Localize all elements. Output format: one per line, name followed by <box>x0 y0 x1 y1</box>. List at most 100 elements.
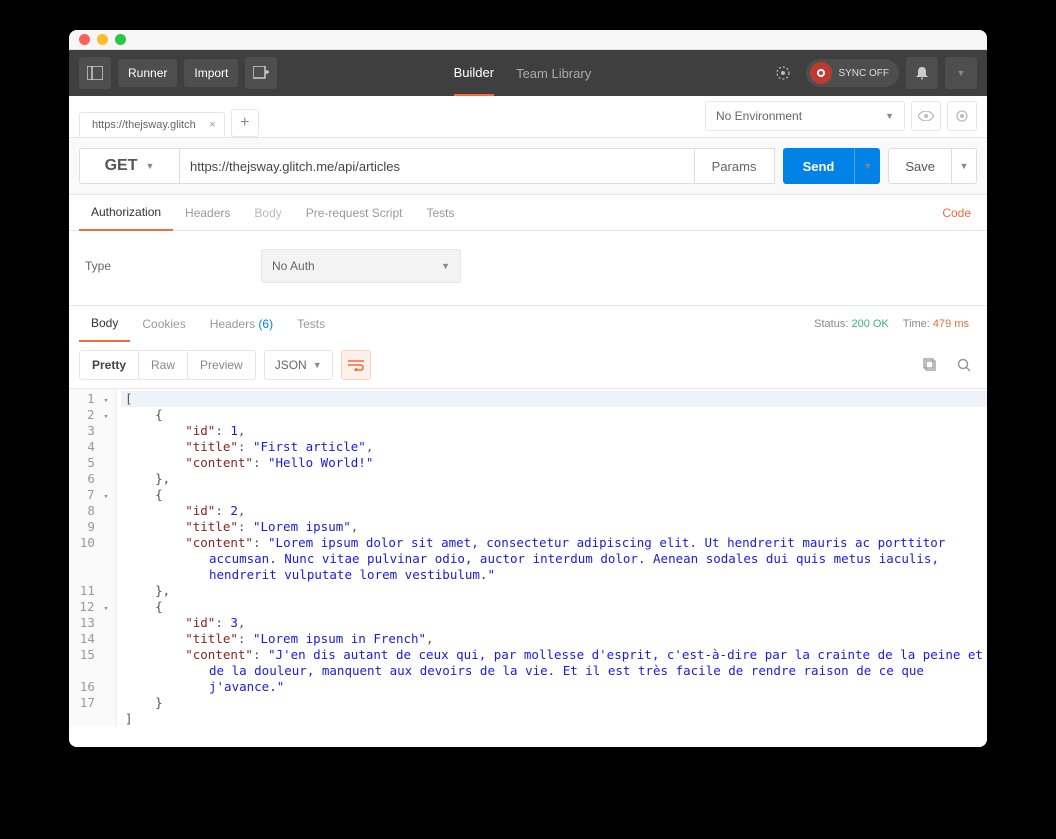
code-text: "content" <box>125 455 253 470</box>
environment-label: No Environment <box>716 109 802 123</box>
code-text: "content" <box>125 647 253 662</box>
import-button[interactable]: Import <box>184 59 238 87</box>
request-detail-tabs: Authorization Headers Body Pre-request S… <box>69 195 987 231</box>
chevron-down-icon: ▼ <box>885 111 894 121</box>
format-select[interactable]: JSON ▼ <box>264 350 333 380</box>
authorization-panel: Type No Auth ▼ <box>69 231 987 306</box>
code-text: "Lorem ipsum" <box>253 519 351 534</box>
code-text: [ <box>125 391 133 406</box>
code-text: "Lorem ipsum dolor sit amet, consectetur… <box>209 535 953 582</box>
method-label: GET <box>105 157 138 175</box>
copy-icon <box>923 358 937 372</box>
tab-prerequest-script[interactable]: Pre-request Script <box>294 196 415 230</box>
window-minimize-button[interactable] <box>97 34 108 45</box>
user-menu-button[interactable]: ▼ <box>945 57 977 89</box>
code-text: "id" <box>125 615 215 630</box>
format-label: JSON <box>275 358 307 372</box>
view-preview-button[interactable]: Preview <box>188 351 255 379</box>
code-text: 1 <box>230 423 238 438</box>
save-button[interactable]: Save <box>888 148 951 184</box>
auth-type-label: Type <box>85 259 111 273</box>
sync-label: SYNC OFF <box>838 68 889 79</box>
tab-tests[interactable]: Tests <box>414 196 466 230</box>
code-text: "id" <box>125 423 215 438</box>
response-body: 1 ▾ 2 ▾ 3 4 5 6 7 ▾ 8 9 10 11 12 ▾ 13 14… <box>69 389 987 747</box>
environment-quicklook-button[interactable] <box>911 101 941 131</box>
copy-response-button[interactable] <box>917 352 943 378</box>
view-raw-button[interactable]: Raw <box>139 351 188 379</box>
code-text: "Lorem ipsum in French" <box>253 631 426 646</box>
nav-team-library-tab[interactable]: Team Library <box>516 52 591 95</box>
new-tab-button[interactable] <box>245 57 277 89</box>
response-view-toolbar: Pretty Raw Preview JSON ▼ <box>69 342 987 389</box>
search-response-button[interactable] <box>951 352 977 378</box>
nav-builder-tab[interactable]: Builder <box>454 51 494 96</box>
code-text: { <box>125 487 163 502</box>
request-row: GET ▼ Params Send ▼ Save ▼ <box>69 138 987 195</box>
response-tab-headers[interactable]: Headers (6) <box>198 307 285 341</box>
code-content[interactable]: [ { "id": 1, "title": "First article", "… <box>117 389 987 727</box>
chevron-down-icon: ▼ <box>960 161 969 171</box>
method-select[interactable]: GET ▼ <box>79 148 179 184</box>
code-text: "content" <box>125 535 253 550</box>
status-value: 200 OK <box>851 318 888 330</box>
sidebar-icon <box>87 66 103 80</box>
runner-button[interactable]: Runner <box>118 59 177 87</box>
status-label: Status: <box>814 318 848 330</box>
code-text: "J'en dis autant de ceux qui, par molles… <box>209 647 987 694</box>
response-tab-cookies[interactable]: Cookies <box>130 307 197 341</box>
sync-toggle[interactable]: SYNC OFF <box>806 59 899 87</box>
request-tab-label: https://thejsway.glitch <box>92 119 196 131</box>
close-tab-button[interactable]: × <box>209 119 215 131</box>
code-snippet-link[interactable]: Code <box>942 206 977 220</box>
interceptor-button[interactable] <box>767 57 799 89</box>
request-tab-0[interactable]: https://thejsway.glitch × <box>79 112 225 137</box>
window-close-button[interactable] <box>79 34 90 45</box>
wrap-icon <box>348 359 364 371</box>
app-window: Runner Import Builder Team Library SYNC … <box>69 30 987 747</box>
url-input[interactable] <box>179 148 695 184</box>
send-dropdown-button[interactable]: ▼ <box>854 148 880 184</box>
chevron-down-icon: ▼ <box>145 161 154 171</box>
request-tabstrip: https://thejsway.glitch × + No Environme… <box>69 96 987 138</box>
chevron-down-icon: ▼ <box>441 261 450 271</box>
code-text: "title" <box>125 519 238 534</box>
new-tab-icon <box>253 66 269 80</box>
sync-status-icon <box>810 62 832 84</box>
tab-authorization[interactable]: Authorization <box>79 195 173 231</box>
gear-icon <box>955 109 969 123</box>
chevron-down-icon: ▼ <box>863 161 872 171</box>
response-tab-tests[interactable]: Tests <box>285 307 337 341</box>
auth-type-select[interactable]: No Auth ▼ <box>261 249 461 283</box>
view-mode-group: Pretty Raw Preview <box>79 350 256 380</box>
code-text: 2 <box>230 503 238 518</box>
response-headers-label: Headers <box>210 317 255 331</box>
main-toolbar: Runner Import Builder Team Library SYNC … <box>69 50 987 96</box>
tab-headers[interactable]: Headers <box>173 196 242 230</box>
code-text: ] <box>125 711 133 726</box>
notifications-button[interactable] <box>906 57 938 89</box>
titlebar <box>69 30 987 50</box>
send-button[interactable]: Send <box>783 148 855 184</box>
wrap-toggle-button[interactable] <box>341 350 371 380</box>
response-headers-count: (6) <box>258 317 273 331</box>
bell-icon <box>915 66 929 80</box>
time-value: 479 ms <box>933 318 969 330</box>
chevron-down-icon: ▼ <box>957 68 966 78</box>
code-text: "Hello World!" <box>268 455 373 470</box>
status-indicator: Status: 200 OK <box>814 318 889 330</box>
code-text: { <box>125 407 163 422</box>
search-icon <box>957 358 971 372</box>
view-pretty-button[interactable]: Pretty <box>80 351 139 379</box>
params-button[interactable]: Params <box>695 148 775 184</box>
time-indicator: Time: 479 ms <box>903 318 969 330</box>
code-text: "title" <box>125 439 238 454</box>
window-zoom-button[interactable] <box>115 34 126 45</box>
response-tab-body[interactable]: Body <box>79 306 130 342</box>
save-dropdown-button[interactable]: ▼ <box>951 148 977 184</box>
tab-body[interactable]: Body <box>242 196 293 230</box>
add-request-tab-button[interactable]: + <box>231 109 259 137</box>
environment-settings-button[interactable] <box>947 101 977 131</box>
environment-select[interactable]: No Environment ▼ <box>705 101 905 131</box>
sidebar-toggle-button[interactable] <box>79 57 111 89</box>
